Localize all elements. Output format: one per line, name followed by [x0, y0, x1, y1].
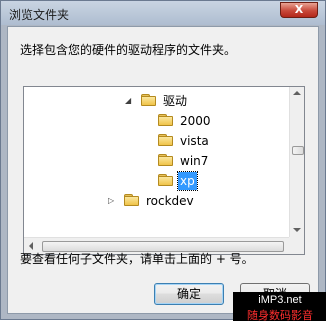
dialog-client-area: 选择包含您的硬件的驱动程序的文件夹。 ◢ 驱动 2000 vista win7	[7, 26, 319, 314]
close-icon: X	[294, 3, 304, 16]
tree-item-drivers[interactable]: ◢ 驱动	[24, 92, 289, 110]
watermark-line2: 随身数码影音	[247, 309, 313, 322]
tree-item-vista[interactable]: vista	[24, 132, 289, 150]
expanded-arrow-icon[interactable]: ◢	[125, 92, 131, 110]
hint-text: 要查看任何子文件夹，请单击上面的 + 号。	[20, 252, 254, 266]
tree-item-xp[interactable]: xp	[24, 171, 289, 191]
watermark-logo: iMP3.net 随身数码影音	[233, 292, 326, 322]
tree-item-label: rockdev	[146, 194, 194, 208]
folder-icon	[158, 174, 174, 187]
tree-item-label: win7	[180, 154, 209, 168]
folder-icon	[158, 154, 174, 167]
browse-folder-dialog: 浏览文件夹 X 选择包含您的硬件的驱动程序的文件夹。 ◢ 驱动 2000 vis…	[0, 0, 326, 322]
folder-icon	[141, 94, 157, 107]
tree-item-label: 驱动	[163, 94, 188, 108]
folder-icon	[158, 114, 174, 127]
tree-item-win7[interactable]: win7	[24, 152, 289, 170]
vertical-scroll-thumb[interactable]	[292, 146, 304, 155]
scroll-up-arrow-icon[interactable]	[293, 91, 301, 95]
tree-item-2000[interactable]: 2000	[24, 112, 289, 130]
scroll-left-arrow-icon[interactable]	[29, 242, 33, 250]
tree-item-rockdev[interactable]: ▷ rockdev	[24, 192, 289, 210]
instruction-text: 选择包含您的硬件的驱动程序的文件夹。	[20, 43, 237, 57]
window-title: 浏览文件夹	[9, 8, 70, 22]
folder-icon	[124, 194, 140, 207]
scroll-down-arrow-icon[interactable]	[293, 228, 301, 232]
tree-item-label-selected: xp	[177, 171, 198, 191]
ok-button[interactable]: 确定	[154, 283, 224, 305]
close-button[interactable]: X	[280, 2, 318, 18]
title-bar[interactable]: 浏览文件夹 X	[1, 1, 325, 25]
collapsed-arrow-icon[interactable]: ▷	[108, 192, 114, 210]
scrollbar-corner	[289, 237, 304, 254]
watermark-line1: iMP3.net	[258, 294, 302, 306]
tree-item-label: 2000	[180, 114, 211, 128]
folder-tree[interactable]: ◢ 驱动 2000 vista win7 xp ▷ rockdev	[23, 86, 305, 255]
vertical-scrollbar[interactable]	[289, 87, 304, 237]
folder-icon	[158, 134, 174, 147]
tree-item-label: vista	[180, 134, 209, 148]
